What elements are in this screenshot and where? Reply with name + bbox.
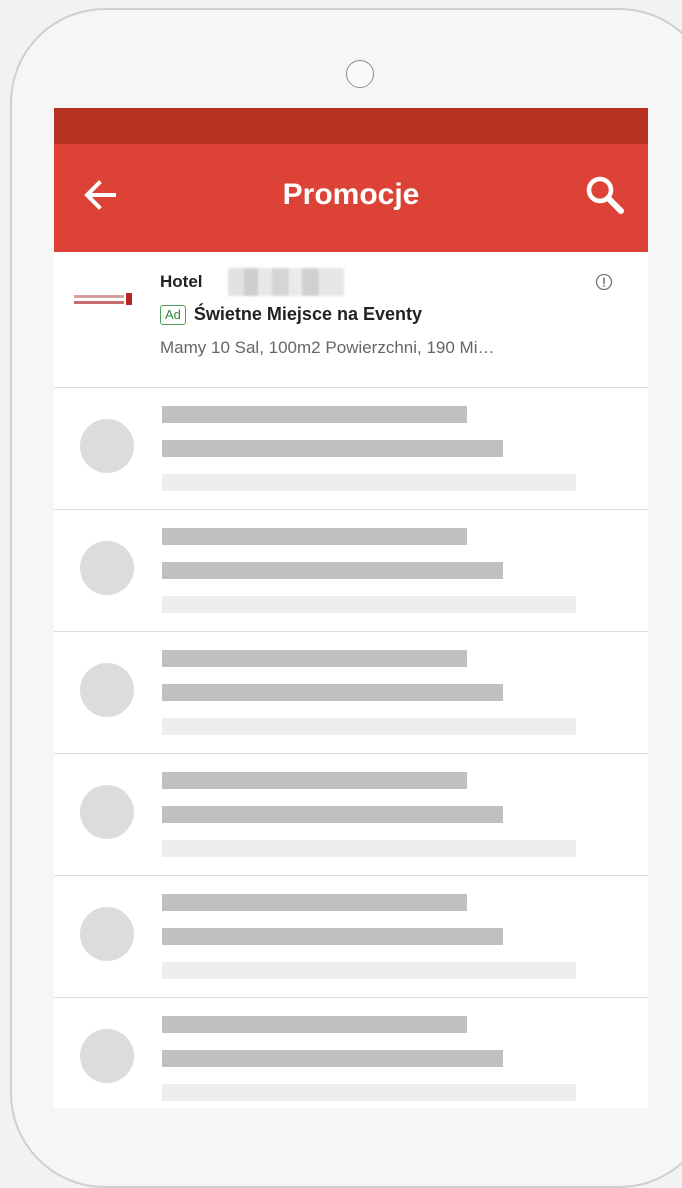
text-placeholder: [162, 474, 576, 491]
text-placeholder: [162, 840, 576, 857]
text-placeholder: [162, 684, 503, 701]
text-placeholder: [162, 596, 576, 613]
list-item: [54, 998, 648, 1108]
app-bar: Promocje: [54, 144, 648, 252]
search-icon[interactable]: [584, 174, 626, 216]
text-placeholder: [162, 1016, 467, 1033]
list-item: [54, 510, 648, 632]
list-item: [54, 632, 648, 754]
avatar-placeholder: [80, 785, 134, 839]
info-icon[interactable]: [594, 272, 614, 292]
text-placeholder: [162, 806, 503, 823]
status-bar: [54, 108, 648, 144]
avatar-placeholder: [80, 663, 134, 717]
avatar-placeholder: [80, 907, 134, 961]
phone-speaker: [346, 60, 374, 88]
text-placeholder: [162, 650, 467, 667]
list-item: [54, 754, 648, 876]
text-placeholder: [162, 406, 467, 423]
text-placeholder: [162, 962, 576, 979]
list-item: [54, 388, 648, 510]
text-placeholder: [162, 928, 503, 945]
ad-description: Mamy 10 Sal, 100m2 Powierzchni, 190 Mi…: [160, 338, 495, 357]
text-placeholder: [162, 440, 503, 457]
ad-badge: Ad: [160, 304, 186, 325]
blurred-name: [228, 268, 344, 296]
phone-screen: Promocje Hotel Ad Świetne Miejsce na Eve…: [54, 108, 648, 1108]
avatar-placeholder: [80, 541, 134, 595]
text-placeholder: [162, 772, 467, 789]
text-placeholder: [162, 1084, 576, 1101]
text-placeholder: [162, 562, 503, 579]
ad-headline-row: Ad Świetne Miejsce na Eventy: [160, 304, 422, 325]
text-placeholder: [162, 718, 576, 735]
text-placeholder: [162, 528, 467, 545]
ad-listing[interactable]: Hotel Ad Świetne Miejsce na Eventy Mamy …: [54, 252, 648, 388]
placeholder-list: [54, 388, 648, 1108]
text-placeholder: [162, 1050, 503, 1067]
list-item: [54, 876, 648, 998]
page-title: Promocje: [282, 178, 420, 211]
hotel-logo: [74, 293, 132, 305]
advertiser-name: Hotel: [160, 272, 203, 291]
ad-headline[interactable]: Świetne Miejsce na Eventy: [194, 304, 422, 325]
avatar-placeholder: [80, 1029, 134, 1083]
text-placeholder: [162, 894, 467, 911]
avatar-placeholder: [80, 419, 134, 473]
